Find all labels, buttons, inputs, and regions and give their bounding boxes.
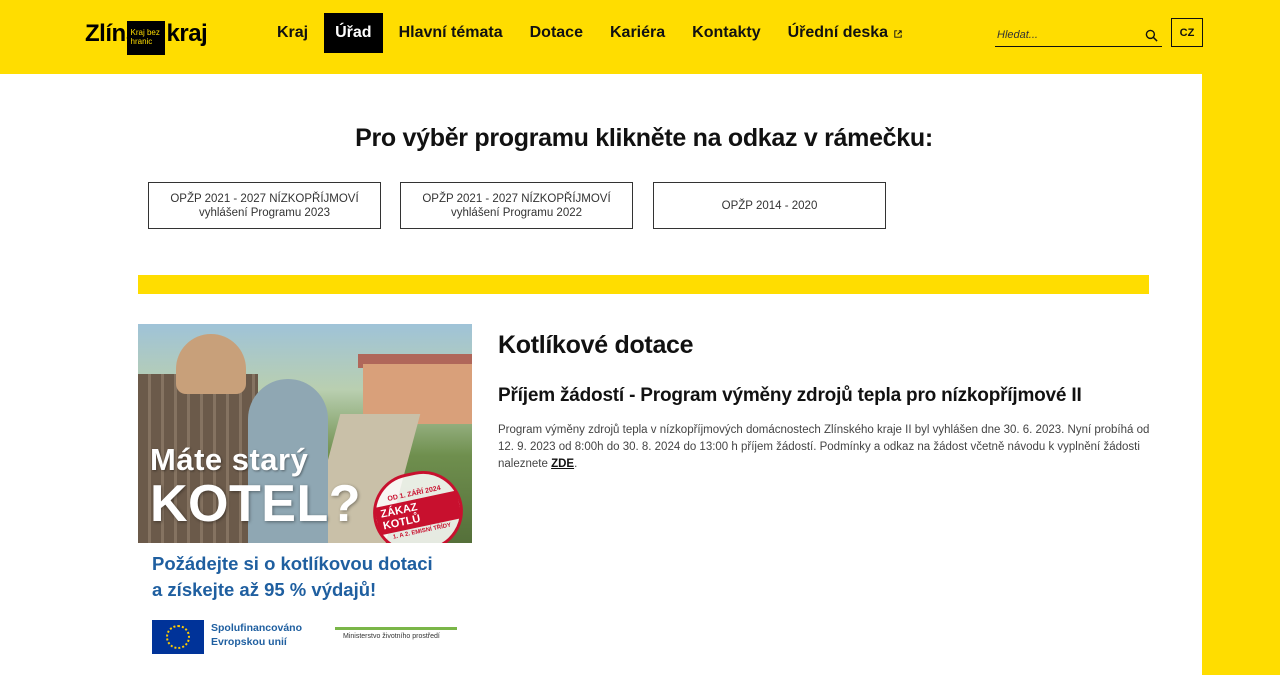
logo-badge-line1: Kraj bez (130, 28, 160, 37)
program-link-text: OPŽP 2021 - 2027 NÍZKOPŘÍJMOVÍ vyhlášení… (422, 192, 610, 220)
search-input[interactable] (995, 24, 1135, 46)
language-switch[interactable]: CZ (1171, 18, 1203, 47)
program-line2: vyhlášení Programu 2022 (450, 206, 583, 219)
nav-label: Úřední deska (787, 24, 889, 41)
ministry-logo-line (335, 627, 457, 630)
logo-badge: Kraj bez hranic (126, 21, 165, 55)
nav-label: Úřad (335, 24, 372, 41)
program-link-text: OPŽP 2014 - 2020 (722, 199, 818, 213)
banner-slogan-line1: Požádejte si o kotlíkovou dotaci (152, 553, 433, 574)
eu-flag-icon (152, 620, 204, 654)
program-line1: OPŽP 2014 - 2020 (721, 199, 818, 212)
program-link-text: OPŽP 2021 - 2027 NÍZKOPŘÍJMOVÍ vyhlášení… (170, 192, 358, 220)
nav-label: Hlavní témata (398, 24, 503, 41)
article-body-end: . (574, 458, 578, 470)
external-link-icon (894, 30, 902, 38)
banner-photo: Máte starý KOTEL? OD 1. ZÁŘÍ 2024 ZÁKAZ … (138, 324, 472, 543)
nav-item-kontakty[interactable]: Kontakty (681, 13, 771, 53)
search-box (995, 24, 1162, 47)
article-subtitle: Příjem žádostí - Program výměny zdrojů t… (498, 385, 1082, 406)
main-content: Pro výběr programu klikněte na odkaz v r… (0, 74, 1202, 675)
logo-badge-line2: hranic (130, 37, 153, 46)
site-header: Zlíns Kraj bez hranic kraj Kraj Úřad Hla… (0, 0, 1280, 74)
banner-slogan-line2: a získejte až 95 % výdajů! (152, 579, 377, 600)
program-line1: OPŽP 2021 - 2027 NÍZKOPŘÍJMOVÍ (170, 192, 359, 205)
program-line1: OPŽP 2021 - 2027 NÍZKOPŘÍJMOVÍ (422, 192, 611, 205)
program-line2: vyhlášení Programu 2023 (198, 206, 331, 219)
main-nav: Kraj Úřad Hlavní témata Dotace Kariéra K… (266, 13, 918, 53)
nav-label: Kariéra (609, 24, 666, 41)
eu-cofinanced-line2: Evropskou unií (211, 636, 287, 648)
nav-label: Kraj (277, 24, 309, 41)
logo-word-2: kraj (166, 20, 208, 47)
nav-item-kariera[interactable]: Kariéra (599, 13, 676, 53)
yellow-divider (138, 275, 1149, 294)
zde-link[interactable]: ZDE (551, 458, 574, 470)
nav-item-hlavni-temata[interactable]: Hlavní témata (388, 13, 514, 53)
article-body-text: Program výměny zdrojů tepla v nízkopříjm… (498, 424, 1150, 470)
article-title: Kotlíkové dotace (498, 331, 694, 359)
nav-item-kraj[interactable]: Kraj (266, 13, 319, 53)
ministry-logo-text: Ministerstvo životního prostředí (343, 633, 440, 640)
banner-text-line1: Máte starý (150, 442, 309, 477)
article-body: Program výměny zdrojů tepla v nízkopříjm… (498, 422, 1153, 473)
eu-cofinanced-line1: Spolufinancováno (211, 622, 303, 634)
nav-label: Dotace (529, 24, 583, 41)
program-link-2023[interactable]: OPŽP 2021 - 2027 NÍZKOPŘÍJMOVÍ vyhlášení… (148, 182, 381, 229)
banner-text-line2: KOTEL? (150, 475, 361, 533)
program-link-2014-2020[interactable]: OPŽP 2014 - 2020 (653, 182, 886, 229)
eu-stars-icon (166, 625, 190, 649)
nav-item-urad[interactable]: Úřad (324, 13, 383, 53)
program-link-2022[interactable]: OPŽP 2021 - 2027 NÍZKOPŘÍJMOVÍ vyhlášení… (400, 182, 633, 229)
nav-item-dotace[interactable]: Dotace (519, 13, 594, 53)
page-headline: Pro výběr programu klikněte na odkaz v r… (355, 124, 933, 152)
kotlikove-dotace-banner[interactable]: Máte starý KOTEL? OD 1. ZÁŘÍ 2024 ZÁKAZ … (138, 324, 472, 654)
person-shape (176, 334, 246, 394)
zlinsky-kraj-logo[interactable]: Zlíns Kraj bez hranic kraj (85, 17, 208, 55)
search-icon[interactable] (1145, 29, 1158, 42)
nav-label: Kontakty (692, 24, 761, 41)
nav-item-uredni-deska[interactable]: Úřední deska (777, 13, 913, 53)
